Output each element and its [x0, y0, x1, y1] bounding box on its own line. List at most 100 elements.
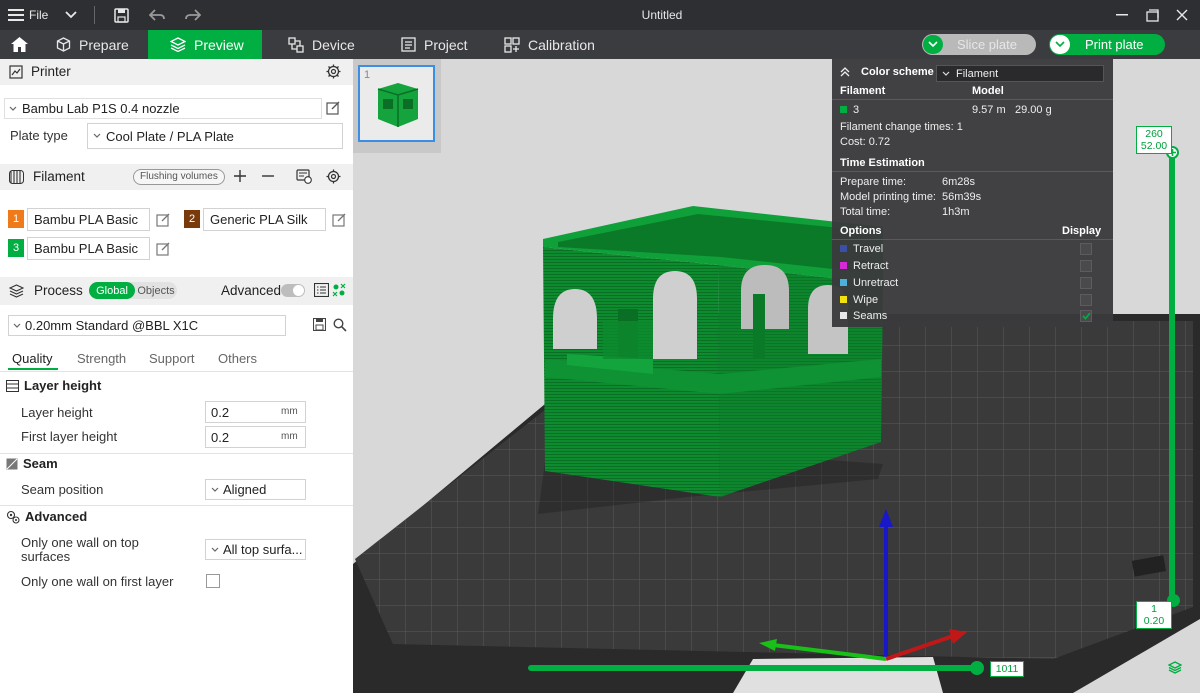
option-unretract-checkbox[interactable] [1080, 277, 1092, 289]
layer-height-label: Layer height [21, 405, 93, 420]
advanced-label: Advanced [221, 283, 282, 298]
edit-icon[interactable] [156, 213, 170, 227]
layers-icon[interactable] [1168, 661, 1182, 674]
layer-height-value: 0.2 [211, 404, 230, 420]
top-wall-select[interactable]: All top surfa... [205, 539, 306, 560]
top-wall-label-continued: surfaces [21, 549, 71, 564]
compare-icon[interactable] [332, 283, 346, 297]
layer-height-field[interactable]: 0.2 mm [205, 401, 306, 423]
minus-icon[interactable] [261, 169, 275, 183]
minimize-icon[interactable] [1110, 0, 1134, 30]
color-scheme-value: Filament [956, 67, 999, 80]
legend-filament-row: 3 [840, 104, 859, 116]
option-seams-checkbox[interactable] [1080, 310, 1092, 322]
advanced-toggle[interactable] [281, 284, 305, 297]
divider [0, 453, 353, 454]
flushing-volumes-button[interactable]: Flushing volumes [133, 169, 225, 185]
undo-icon[interactable] [146, 0, 168, 30]
chevron-down-icon[interactable] [60, 0, 82, 30]
gear-icon[interactable] [326, 64, 341, 79]
seam-position-label: Seam position [21, 482, 104, 497]
file-menu-label: File [29, 8, 49, 22]
tab-others[interactable]: Others [218, 351, 257, 366]
color-scheme-select[interactable]: Filament [936, 65, 1104, 82]
plate-type-select[interactable]: Cool Plate / PLA Plate [87, 123, 343, 149]
maximize-icon[interactable] [1140, 0, 1164, 30]
chevron-down-icon[interactable] [923, 35, 943, 54]
objects-option[interactable]: Objects [135, 282, 177, 299]
time-estimation-header: Time Estimation [840, 157, 925, 169]
prepare-time-label: Prepare time: [840, 176, 907, 188]
tab-quality-underline [8, 368, 58, 370]
option-travel-checkbox[interactable] [1080, 243, 1092, 255]
filament-color-swatch[interactable]: 1 [8, 210, 24, 228]
tab-device[interactable]: Device [278, 30, 374, 59]
filament-select[interactable]: Bambu PLA Basic [27, 237, 150, 260]
option-retract-checkbox[interactable] [1080, 260, 1092, 272]
option-wipe-checkbox[interactable] [1080, 294, 1092, 306]
tab-project[interactable]: Project [391, 30, 487, 59]
bottom-layer-height: 0.20 [1143, 615, 1165, 627]
layer-range-slider[interactable] [1169, 151, 1175, 601]
filament-color-swatch[interactable]: 3 [8, 239, 24, 257]
option-wipe: Wipe [840, 294, 878, 306]
home-button[interactable] [0, 30, 40, 59]
window-title: Untitled [641, 8, 683, 22]
first-wall-checkbox[interactable] [206, 574, 220, 588]
process-preset-select[interactable]: 0.20mm Standard @BBL X1C [8, 315, 286, 336]
chevron-up-icon[interactable] [840, 67, 850, 77]
tab-calibration-label: Calibration [528, 36, 595, 53]
option-seams: Seams [840, 310, 887, 322]
tab-prepare[interactable]: Prepare [46, 30, 144, 59]
tab-calibration[interactable]: Calibration [494, 30, 610, 59]
edit-icon[interactable] [326, 101, 340, 115]
global-objects-toggle[interactable]: Global Objects [89, 282, 177, 299]
document-icon [401, 37, 416, 52]
slice-plate-button[interactable]: Slice plate [922, 34, 1036, 55]
edit-icon[interactable] [332, 213, 346, 227]
save-icon[interactable] [313, 318, 326, 331]
legend-filament-length: 9.57 m [972, 104, 1006, 116]
tab-strength[interactable]: Strength [77, 351, 126, 366]
plate-thumbnail[interactable]: 1 [358, 65, 435, 142]
filament-sync-icon[interactable] [296, 168, 312, 184]
move-slider-handle[interactable] [970, 661, 984, 675]
tab-quality[interactable]: Quality [12, 351, 52, 366]
gear-icon[interactable] [326, 169, 341, 184]
edit-icon[interactable] [156, 242, 170, 256]
chevron-down-icon [211, 487, 219, 493]
filament-color-swatch[interactable]: 2 [184, 210, 200, 228]
settings-sidebar: Printer Bambu Lab P1S 0.4 nozzle Plate t… [0, 59, 353, 693]
plus-icon[interactable] [233, 169, 247, 183]
printer-section-label: Printer [31, 64, 71, 79]
device-icon [288, 36, 304, 53]
tab-support[interactable]: Support [149, 351, 195, 366]
bottom-layer-number: 1 [1151, 603, 1157, 615]
filament-select[interactable]: Generic PLA Silk [203, 208, 326, 231]
layer-height-group-label: Layer height [24, 378, 102, 393]
list-icon[interactable] [314, 283, 329, 297]
tab-preview[interactable]: Preview [148, 30, 262, 59]
seam-position-value: Aligned [223, 482, 267, 497]
printer-select[interactable]: Bambu Lab P1S 0.4 nozzle [4, 98, 322, 119]
save-icon[interactable] [110, 0, 132, 30]
close-icon[interactable] [1170, 0, 1194, 30]
redo-icon[interactable] [182, 0, 204, 30]
filament-section-label: Filament [33, 169, 85, 184]
move-value: 1011 [990, 661, 1024, 677]
chevron-down-icon[interactable] [1050, 35, 1070, 54]
tab-prepare-label: Prepare [79, 36, 129, 53]
global-option[interactable]: Global [89, 282, 135, 299]
first-layer-height-field[interactable]: 0.2 mm [205, 426, 306, 448]
print-plate-button[interactable]: Print plate [1049, 34, 1165, 55]
move-slider[interactable] [528, 665, 978, 671]
model-time-value: 56m39s [942, 191, 982, 203]
seam-position-select[interactable]: Aligned [205, 479, 306, 500]
option-travel-label: Travel [853, 243, 884, 255]
seam-icon [6, 458, 18, 470]
search-icon[interactable] [333, 318, 347, 332]
filament-select[interactable]: Bambu PLA Basic [27, 208, 150, 231]
file-menu[interactable]: File [8, 0, 50, 30]
display-header: Display [1062, 225, 1102, 237]
filament-section-header: Filament Flushing volumes [0, 164, 353, 190]
